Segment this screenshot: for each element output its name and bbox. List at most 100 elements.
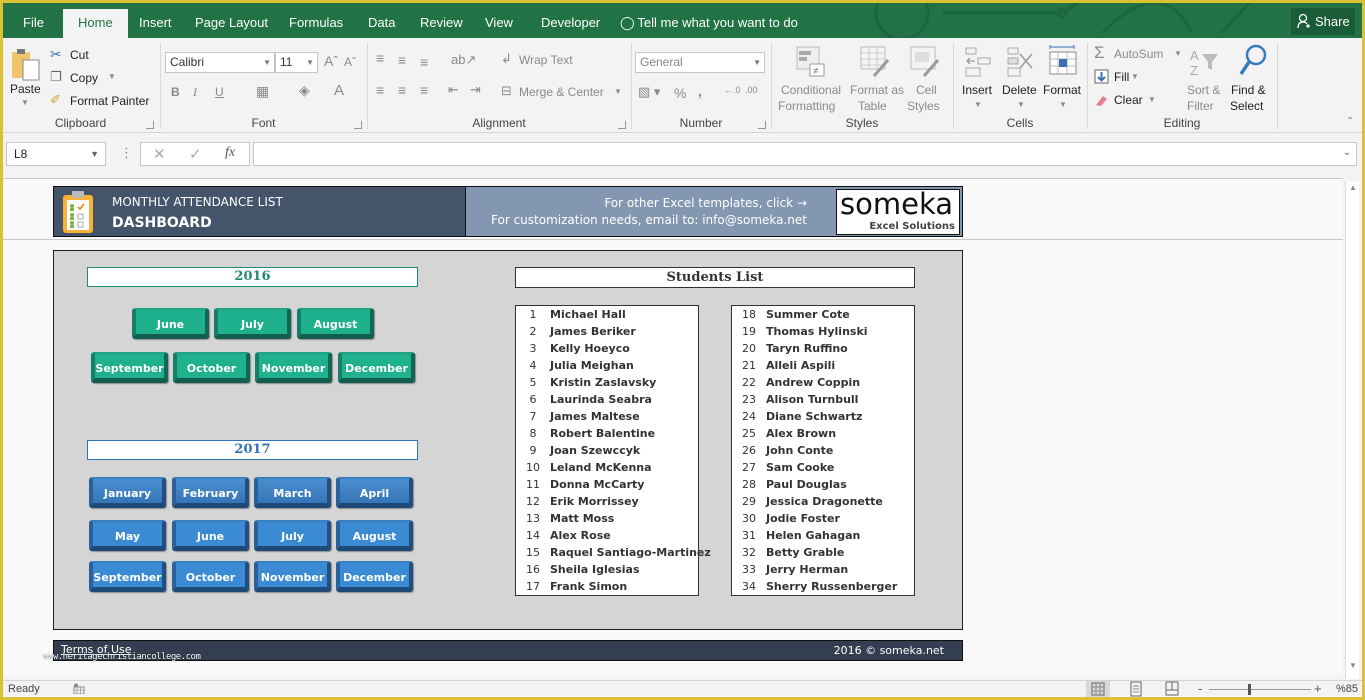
increase-font-icon[interactable]: Aˆ: [324, 53, 338, 69]
number-launcher-icon[interactable]: [758, 121, 766, 129]
month-button-2016-august[interactable]: August: [297, 308, 374, 339]
italic-button[interactable]: I: [193, 85, 197, 100]
conditional-formatting-button[interactable]: ≠ Conditional Formatting: [776, 44, 846, 114]
cell-styles-button[interactable]: Cell Styles: [906, 44, 946, 114]
tab-home[interactable]: Home: [63, 9, 128, 38]
student-row[interactable]: 9 Joan Szewccyk: [516, 443, 698, 460]
find-select-button[interactable]: Find & Select: [1228, 44, 1274, 116]
alignment-launcher-icon[interactable]: [618, 121, 626, 129]
month-button-2016-july[interactable]: July: [214, 308, 291, 339]
student-row[interactable]: 14 Alex Rose: [516, 528, 698, 545]
student-row[interactable]: 7 James Maltese: [516, 409, 698, 426]
month-button-2017-september[interactable]: September: [89, 561, 166, 592]
align-top-icon[interactable]: ≡: [376, 50, 384, 66]
normal-view-button[interactable]: [1086, 681, 1110, 697]
student-row[interactable]: 3 Kelly Hoeyco: [516, 341, 698, 358]
student-row[interactable]: 23 Alison Turnbull: [732, 392, 914, 409]
format-painter-button[interactable]: ✐ Format Painter: [50, 92, 155, 110]
format-cells-button[interactable]: Format ▼: [1042, 44, 1084, 116]
tab-insert[interactable]: Insert: [127, 9, 184, 38]
tab-formulas[interactable]: Formulas: [277, 9, 355, 38]
macro-recording-icon[interactable]: [73, 683, 85, 694]
month-button-2017-may[interactable]: May: [89, 520, 166, 551]
copy-button[interactable]: ❐ Copy ▼: [50, 69, 120, 87]
merge-center-button[interactable]: ⊟ Merge & Center ▼: [501, 83, 626, 102]
paste-button[interactable]: Paste ▼: [8, 46, 44, 116]
collapse-ribbon-icon[interactable]: ⌃: [1346, 116, 1354, 127]
fill-button[interactable]: Fill ▼: [1094, 69, 1149, 87]
align-middle-icon[interactable]: ≡: [398, 52, 406, 68]
student-row[interactable]: 28 Paul Douglas: [732, 477, 914, 494]
student-row[interactable]: 11 Donna McCarty: [516, 477, 698, 494]
percent-button[interactable]: %: [674, 85, 686, 101]
decrease-indent-icon[interactable]: ⇤: [448, 82, 459, 98]
month-button-2017-october[interactable]: October: [172, 561, 249, 592]
month-button-2016-september[interactable]: September: [91, 352, 168, 383]
student-row[interactable]: 31 Helen Gahagan: [732, 528, 914, 545]
enter-icon[interactable]: ✓: [189, 145, 202, 163]
formula-input[interactable]: ⌄: [253, 142, 1357, 166]
student-row[interactable]: 20 Taryn Ruffino: [732, 341, 914, 358]
month-button-2016-december[interactable]: December: [338, 352, 415, 383]
clear-button[interactable]: Clear ▼: [1094, 92, 1159, 110]
student-row[interactable]: 4 Julia Meighan: [516, 358, 698, 375]
orientation-icon[interactable]: ab↗: [451, 52, 476, 68]
align-right-icon[interactable]: ≡: [420, 82, 428, 98]
page-break-view-button[interactable]: [1160, 681, 1184, 697]
decrease-decimal-icon[interactable]: .00: [745, 85, 758, 95]
wrap-text-button[interactable]: ↲ Wrap Text: [501, 51, 581, 70]
zoom-level[interactable]: %85: [1336, 683, 1358, 695]
month-button-2017-april[interactable]: April: [336, 477, 413, 508]
font-size-select[interactable]: 11 ▼: [275, 52, 318, 73]
cut-button[interactable]: ✂ Cut: [50, 46, 110, 64]
drag-handle-icon[interactable]: ⋮: [120, 145, 133, 161]
student-row[interactable]: 17 Frank Simon: [516, 579, 698, 596]
align-left-icon[interactable]: ≡: [376, 82, 384, 98]
student-row[interactable]: 21 Alleli Aspili: [732, 358, 914, 375]
tab-data[interactable]: Data: [356, 9, 407, 38]
tab-page-layout[interactable]: Page Layout: [183, 9, 280, 38]
student-row[interactable]: 24 Diane Schwartz: [732, 409, 914, 426]
student-row[interactable]: 34 Sherry Russenberger: [732, 579, 914, 596]
student-row[interactable]: 15 Raquel Santiago-Martinez: [516, 545, 711, 562]
month-button-2017-february[interactable]: February: [172, 477, 249, 508]
borders-icon[interactable]: ▦: [256, 83, 269, 100]
zoom-out-button[interactable]: -: [1198, 681, 1202, 696]
month-button-2017-november[interactable]: November: [254, 561, 331, 592]
cancel-icon[interactable]: ✕: [153, 145, 166, 163]
student-row[interactable]: 26 John Conte: [732, 443, 914, 460]
month-button-2017-december[interactable]: December: [336, 561, 413, 592]
font-launcher-icon[interactable]: [354, 121, 362, 129]
student-row[interactable]: 33 Jerry Herman: [732, 562, 914, 579]
student-row[interactable]: 18 Summer Cote: [732, 307, 914, 324]
expand-formula-icon[interactable]: ⌄: [1343, 147, 1351, 158]
scroll-up-icon[interactable]: ▲: [1346, 181, 1360, 195]
student-row[interactable]: 19 Thomas Hylinski: [732, 324, 914, 341]
student-row[interactable]: 5 Kristin Zaslavsky: [516, 375, 698, 392]
month-button-2017-march[interactable]: March: [254, 477, 331, 508]
month-button-2017-june[interactable]: June: [172, 520, 249, 551]
fill-color-icon[interactable]: ◈: [299, 82, 310, 99]
align-bottom-icon[interactable]: ≡: [420, 54, 428, 70]
student-row[interactable]: 13 Matt Moss: [516, 511, 698, 528]
month-button-2016-october[interactable]: October: [173, 352, 250, 383]
increase-indent-icon[interactable]: ⇥: [470, 82, 481, 98]
student-row[interactable]: 8 Robert Balentine: [516, 426, 698, 443]
student-row[interactable]: 25 Alex Brown: [732, 426, 914, 443]
worksheet[interactable]: MONTHLY ATTENDANCE LIST DASHBOARD For ot…: [3, 178, 1343, 676]
number-format-select[interactable]: General ▼: [635, 52, 765, 73]
decrease-font-icon[interactable]: Aˇ: [344, 55, 356, 69]
zoom-in-button[interactable]: +: [1314, 681, 1322, 696]
student-row[interactable]: 2 James Beriker: [516, 324, 698, 341]
align-center-icon[interactable]: ≡: [398, 82, 406, 98]
tab-review[interactable]: Review: [408, 9, 475, 38]
student-row[interactable]: 27 Sam Cooke: [732, 460, 914, 477]
student-row[interactable]: 6 Laurinda Seabra: [516, 392, 698, 409]
tell-me-search[interactable]: ◯ Tell me what you want to do: [620, 9, 798, 38]
clipboard-launcher-icon[interactable]: [146, 121, 154, 129]
share-button[interactable]: Share: [1291, 8, 1355, 35]
insert-function-icon[interactable]: fx: [225, 145, 235, 161]
name-box[interactable]: L8 ▼: [6, 142, 106, 166]
month-button-2016-november[interactable]: November: [255, 352, 332, 383]
someka-logo[interactable]: someka Excel Solutions: [836, 187, 960, 235]
